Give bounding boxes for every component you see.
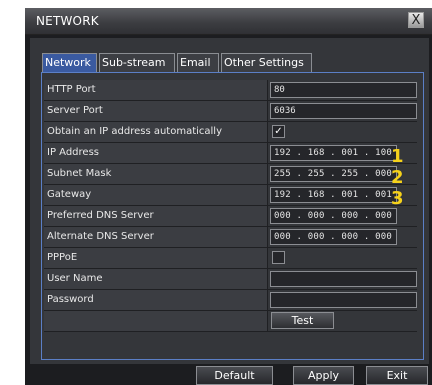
alternate-dns-label: Alternate DNS Server — [44, 227, 268, 247]
pppoe-row: PPPoE — [44, 248, 417, 269]
user-name-row: User Name — [44, 269, 417, 290]
password-label: Password — [44, 290, 268, 310]
settings-panel: Network Sub-stream Email Other Settings … — [30, 38, 429, 364]
subnet-mask-row: Subnet Mask 255 . 255 . 255 . 000 — [44, 164, 417, 185]
test-button[interactable]: Test — [271, 312, 334, 329]
ip-address-row: IP Address 192 . 168 . 001 . 100 — [44, 143, 417, 164]
tab-network[interactable]: Network — [42, 53, 97, 72]
password-row: Password — [44, 290, 417, 311]
preferred-dns-row: Preferred DNS Server 000 . 000 . 000 . 0… — [44, 206, 417, 227]
subnet-mask-label: Subnet Mask — [44, 164, 268, 184]
password-input[interactable] — [270, 292, 417, 308]
marker-2: 2 — [391, 167, 404, 188]
subnet-mask-input[interactable]: 255 . 255 . 255 . 000 — [270, 166, 397, 182]
gateway-input[interactable]: 192 . 168 . 001 . 001 — [270, 187, 397, 203]
user-name-input[interactable] — [270, 271, 417, 287]
apply-button[interactable]: Apply — [293, 366, 354, 385]
alternate-dns-row: Alternate DNS Server 000 . 000 . 000 . 0… — [44, 227, 417, 248]
marker-3: 3 — [391, 188, 404, 209]
gateway-row: Gateway 192 . 168 . 001 . 001 — [44, 185, 417, 206]
server-port-input[interactable]: 6036 — [270, 103, 417, 119]
ip-address-input[interactable]: 192 . 168 . 001 . 100 — [270, 145, 397, 161]
default-button[interactable]: Default — [196, 366, 273, 385]
pppoe-label: PPPoE — [44, 248, 268, 268]
preferred-dns-input[interactable]: 000 . 000 . 000 . 000 — [270, 208, 397, 224]
exit-button[interactable]: Exit — [366, 366, 428, 385]
test-row: Test — [44, 311, 417, 332]
obtain-ip-label: Obtain an IP address automatically — [44, 122, 268, 142]
http-port-input[interactable]: 80 — [270, 82, 417, 98]
tab-other-settings[interactable]: Other Settings — [221, 53, 312, 72]
dialog-title: NETWORK — [36, 14, 99, 28]
tab-sub-stream[interactable]: Sub-stream — [99, 53, 175, 72]
network-dialog: NETWORK X Network Sub-stream Email Other… — [25, 8, 432, 385]
server-port-label: Server Port — [44, 101, 268, 121]
alternate-dns-input[interactable]: 000 . 000 . 000 . 000 — [270, 229, 397, 245]
user-name-label: User Name — [44, 269, 268, 289]
preferred-dns-label: Preferred DNS Server — [44, 206, 268, 226]
server-port-row: Server Port 6036 — [44, 101, 417, 122]
title-bar[interactable]: NETWORK X — [25, 8, 432, 35]
marker-1: 1 — [391, 146, 404, 167]
http-port-row: HTTP Port 80 — [44, 80, 417, 101]
ip-address-label: IP Address — [44, 143, 268, 163]
test-row-spacer — [44, 311, 268, 331]
tab-email[interactable]: Email — [177, 53, 219, 72]
pppoe-checkbox[interactable] — [272, 251, 285, 264]
close-button[interactable]: X — [408, 12, 424, 28]
obtain-ip-checkbox[interactable]: ✓ — [272, 125, 285, 138]
http-port-label: HTTP Port — [44, 80, 268, 100]
obtain-ip-row: Obtain an IP address automatically ✓ — [44, 122, 417, 143]
gateway-label: Gateway — [44, 185, 268, 205]
